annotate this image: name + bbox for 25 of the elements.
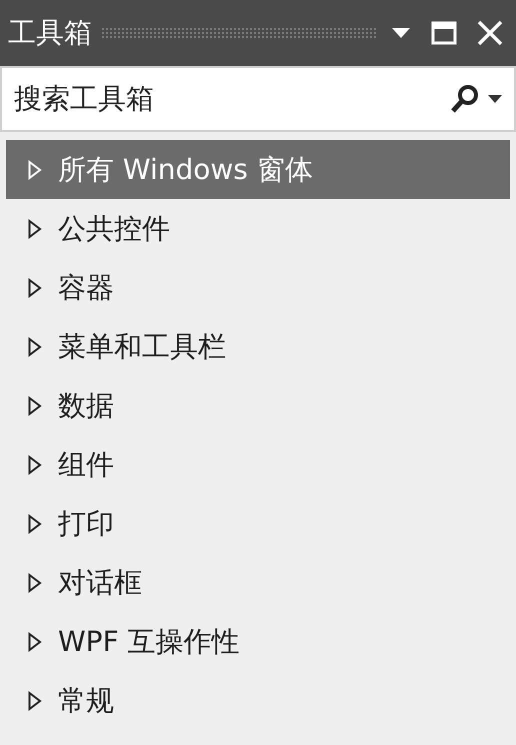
expander-icon[interactable] [28, 632, 42, 652]
toolbox-category[interactable]: 对话框 [6, 553, 510, 612]
toolbox-category[interactable]: WPF 互操作性 [6, 612, 510, 671]
search-box[interactable]: 搜索工具箱 [0, 66, 516, 132]
search-field[interactable]: 搜索工具箱 [14, 78, 450, 120]
toolbox-category[interactable]: 公共控件 [6, 199, 510, 258]
toolbox-category[interactable]: 数据 [6, 376, 510, 435]
expander-icon[interactable] [28, 454, 42, 474]
expander-icon[interactable] [28, 336, 42, 356]
toolbox-category[interactable]: 菜单和工具栏 [6, 317, 510, 376]
window-title: 工具箱 [8, 15, 92, 51]
caret-icon[interactable] [392, 28, 410, 38]
toolbox-category[interactable]: 常规 [6, 671, 510, 730]
search-icon[interactable] [450, 84, 480, 114]
expander-icon[interactable] [28, 514, 42, 534]
toolbox-category[interactable]: 容器 [6, 258, 510, 317]
toolbox-category[interactable]: 打印 [6, 494, 510, 553]
caret-icon[interactable] [488, 95, 502, 103]
expander-icon[interactable] [28, 690, 42, 710]
toolbox-category[interactable]: 组件 [6, 435, 510, 494]
expander-icon[interactable] [28, 278, 42, 298]
expander-icon[interactable] [28, 218, 42, 238]
expander-icon[interactable] [28, 572, 42, 592]
toolbox-category[interactable]: 所有 Windows 窗体 [6, 140, 510, 199]
expander-icon[interactable] [28, 396, 42, 416]
